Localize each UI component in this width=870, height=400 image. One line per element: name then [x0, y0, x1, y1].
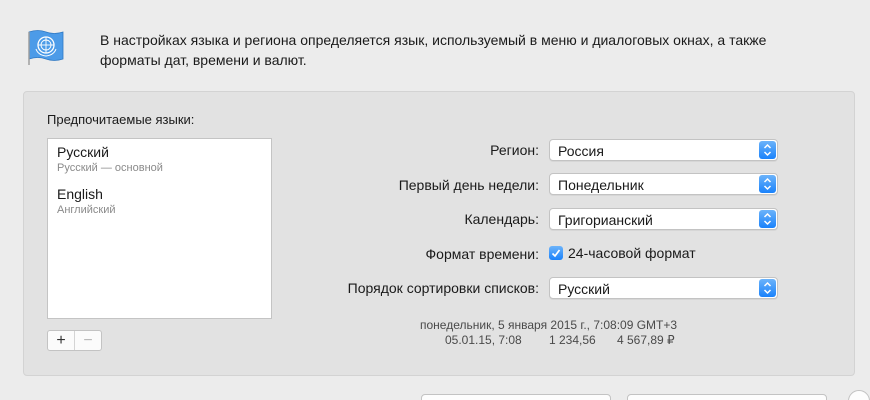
language-name: English — [57, 186, 103, 202]
add-language-button[interactable]: + — [48, 331, 74, 350]
description-line-2: форматы дат, времени и валют. — [100, 52, 307, 68]
sort-order-select[interactable]: Русский — [549, 277, 778, 299]
sample-number: 1 234,56 — [549, 333, 596, 347]
time-format-checkbox-label[interactable]: 24-часовой формат — [568, 245, 696, 261]
sample-short-date: 05.01.15, 7:08 — [445, 333, 522, 347]
sort-order-label: Порядок сортировки списков: — [347, 280, 539, 296]
language-subtitle: Английский — [57, 204, 116, 216]
region-label: Регион: — [490, 142, 539, 158]
chevron-updown-icon — [759, 210, 776, 228]
list-item-english[interactable]: English Английский — [57, 186, 116, 217]
calendar-value: Григорианский — [558, 212, 653, 228]
bottom-button-right[interactable] — [627, 394, 827, 400]
time-format-label: Формат времени: — [425, 246, 539, 262]
calendar-label: Календарь: — [464, 211, 539, 227]
languages-list[interactable]: Русский Русский — основной English Англи… — [47, 138, 272, 319]
help-button[interactable] — [848, 390, 870, 400]
description-text: В настройках языка и региона определяетс… — [100, 30, 860, 70]
language-subtitle: Русский — основной — [57, 162, 163, 174]
chevron-updown-icon — [759, 141, 776, 159]
region-value: Россия — [558, 143, 604, 159]
remove-language-button[interactable]: − — [74, 331, 101, 350]
list-item-russian[interactable]: Русский Русский — основной — [57, 144, 163, 175]
sample-full-date: понедельник, 5 января 2015 г., 7:08:09 G… — [420, 318, 678, 332]
checkmark-icon — [551, 249, 561, 258]
calendar-select[interactable]: Григорианский — [549, 208, 778, 230]
description-line-1: В настройках языка и региона определяетс… — [100, 32, 767, 48]
first-day-select[interactable]: Понедельник — [549, 173, 778, 195]
chevron-updown-icon — [759, 279, 776, 297]
un-flag-icon — [26, 27, 66, 67]
preferred-languages-label: Предпочитаемые языки: — [47, 112, 195, 127]
first-day-label: Первый день недели: — [398, 177, 539, 193]
bottom-button-left[interactable] — [421, 394, 611, 400]
time-format-checkbox[interactable] — [549, 246, 563, 260]
first-day-value: Понедельник — [558, 177, 644, 193]
chevron-updown-icon — [759, 175, 776, 193]
region-select[interactable]: Россия — [549, 139, 778, 161]
sort-order-value: Русский — [558, 281, 610, 297]
language-name: Русский — [57, 144, 109, 160]
language-region-window: В настройках языка и региона определяетс… — [0, 0, 870, 400]
sample-currency: 4 567,89 ₽ — [617, 333, 675, 347]
language-buttons: + − — [47, 330, 102, 351]
